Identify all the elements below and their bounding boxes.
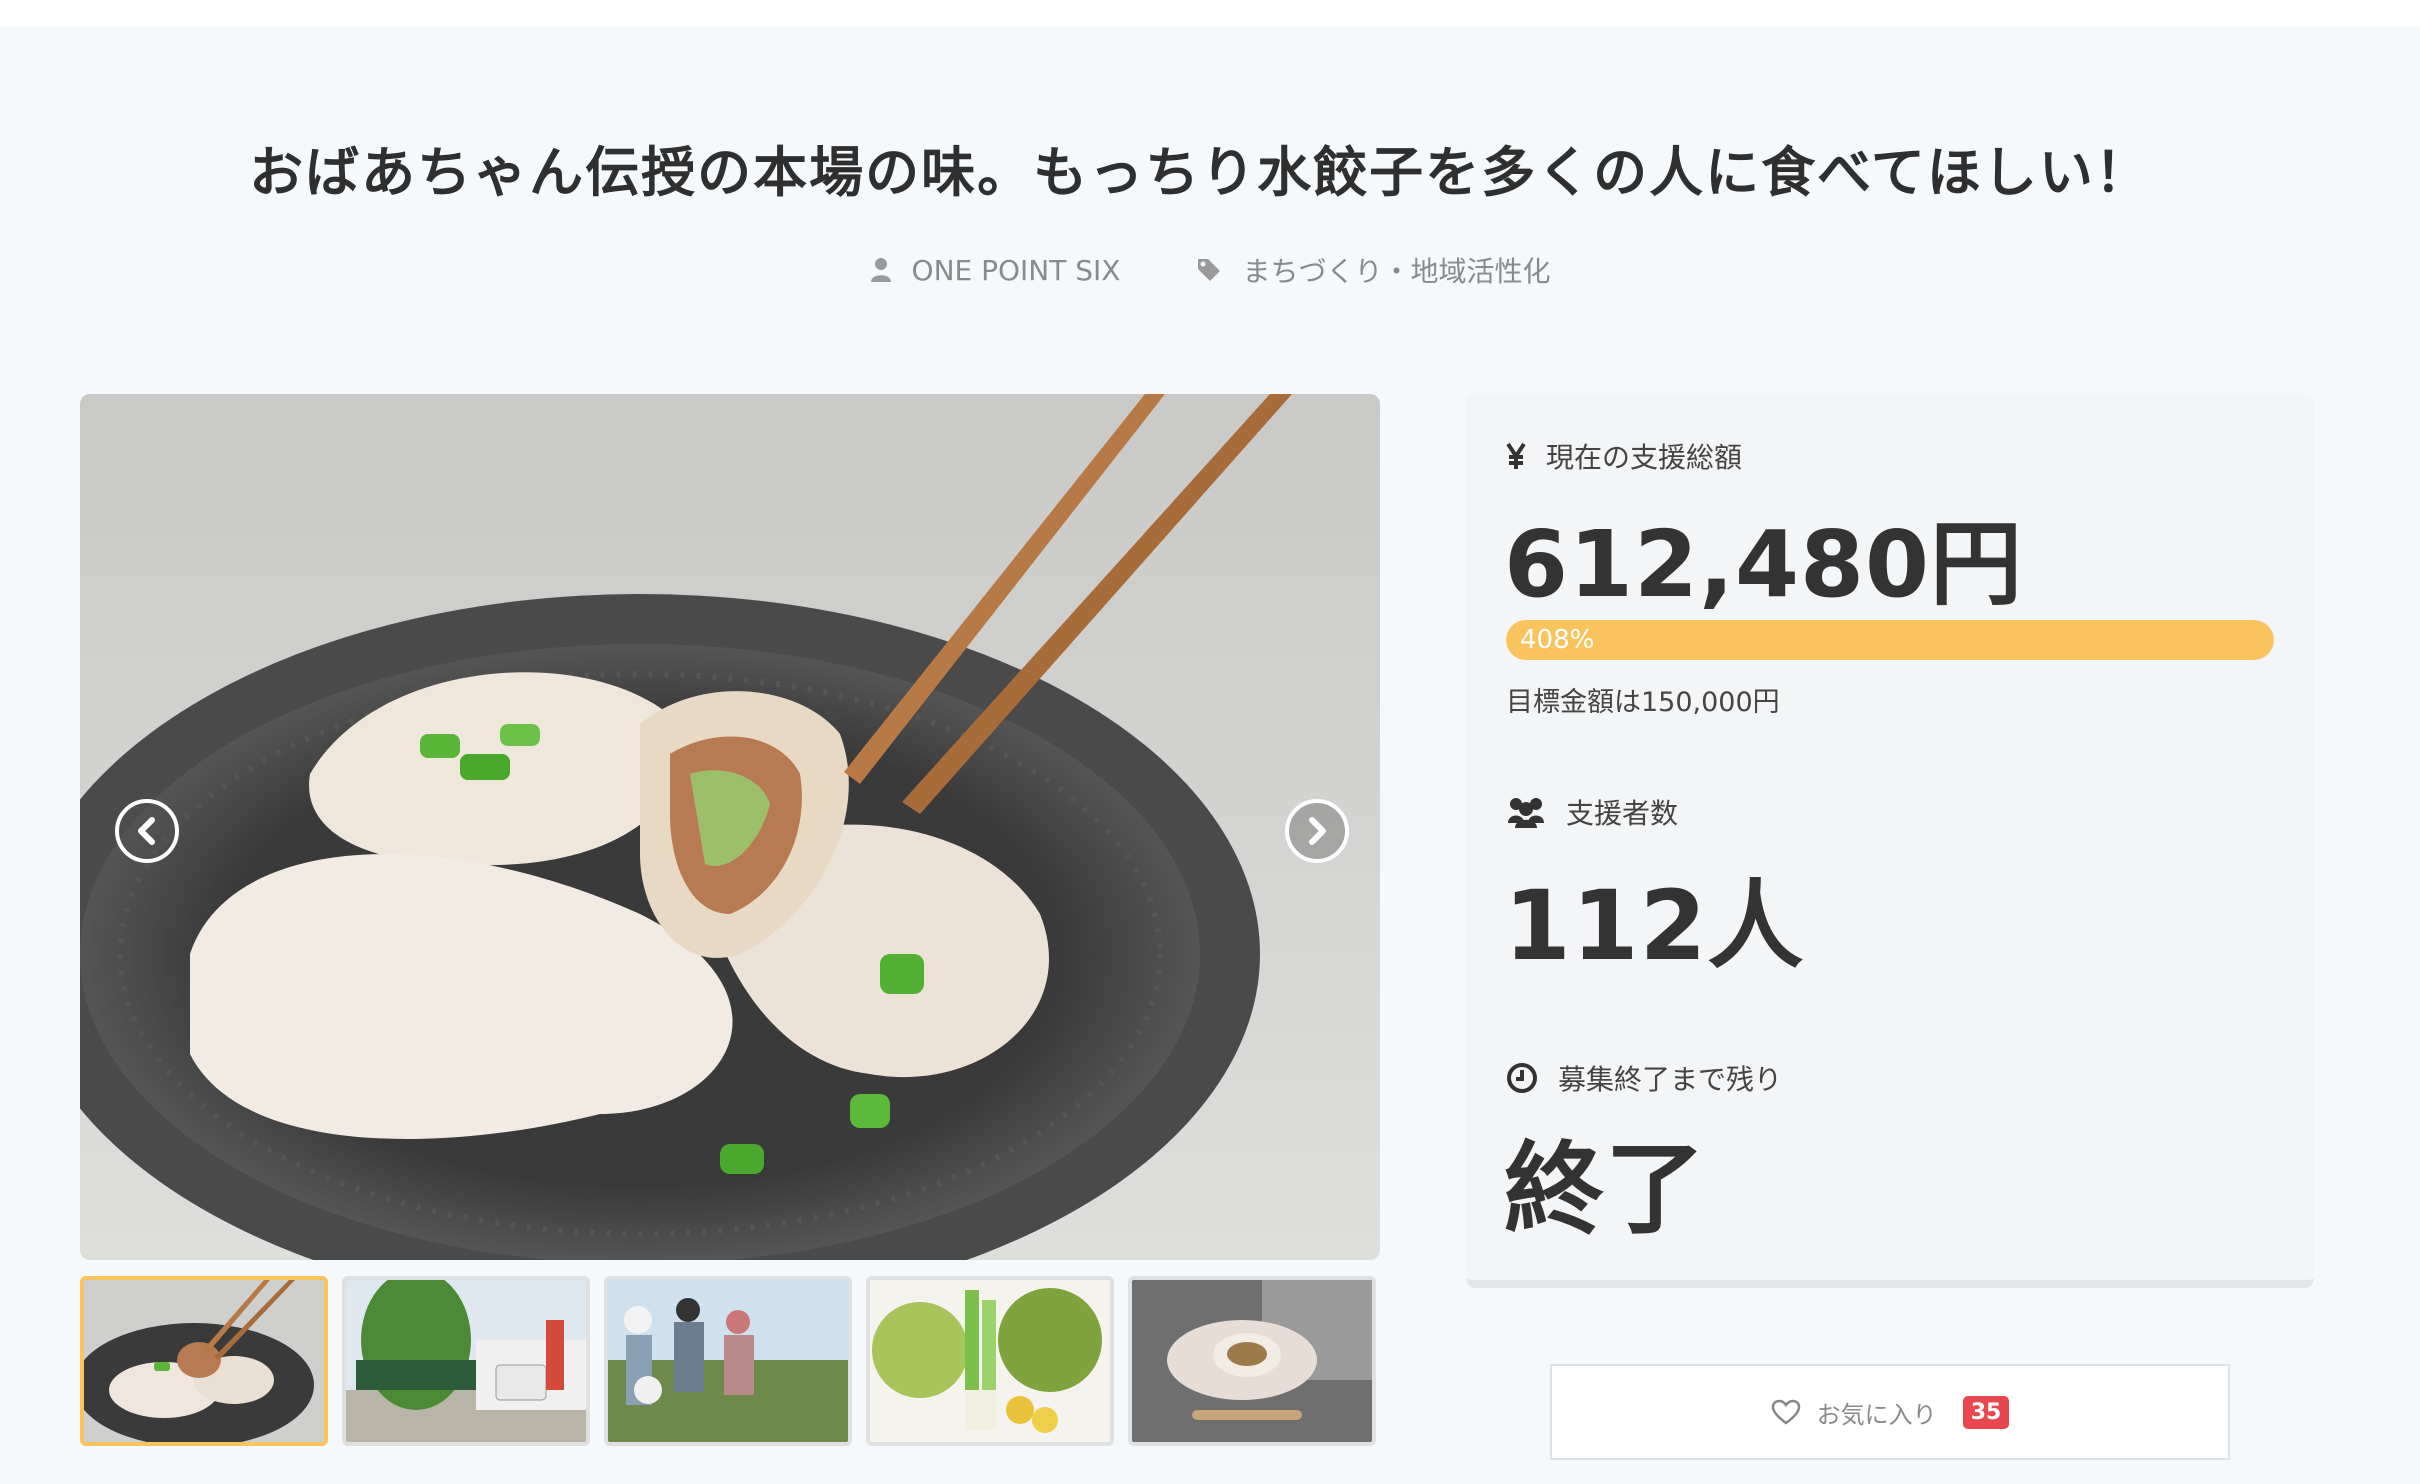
thumbnail-4[interactable] [866,1276,1114,1446]
remaining-value: 終了 [1504,1131,1706,1248]
funding-stats-card: 現在の支援総額 612,480円 408% 目標金額は150,000円 支援者数… [1466,394,2314,1288]
remaining-label: 募集終了まで残り [1506,1058,1782,1098]
thumbnail-dumplings-image [84,1280,324,1442]
favorite-button[interactable]: お気に入り 35 [1550,1364,2230,1460]
progress-percent: 408% [1520,625,1595,655]
owner-name: ONE POINT SIX [911,253,1121,287]
main-image [80,394,1380,1260]
progress-bar: 408% [1506,620,2274,660]
thumbnail-3[interactable] [604,1276,852,1446]
yen-icon [1506,442,1526,469]
users-icon [1508,798,1544,828]
thumbnail-farm-sign-image [346,1280,586,1442]
project-title: おばあちゃん伝授の本場の味。もっちり水餃子を多くの人に食べてほしい！ [249,141,2151,204]
chevron-left-icon [138,817,155,845]
next-image-button[interactable] [1285,799,1349,863]
thumbnail-5[interactable] [1128,1276,1376,1446]
thumbnail-vegetables-image [870,1280,1110,1442]
favorite-label: お気に入り [1816,1400,1937,1429]
total-amount-value: 612,480円 [1504,511,2024,618]
thumbnail-strip [80,1276,1380,1446]
heart-icon [1771,1399,1800,1425]
owner-link[interactable]: ONE POINT SIX [870,250,1121,290]
user-icon [870,258,891,282]
category-link[interactable]: まちづくり・地域活性化 [1196,250,1550,290]
goal-amount: 目標金額は150,000円 [1506,687,1780,718]
total-amount-label-text: 現在の支援総額 [1546,441,1743,474]
top-bar [0,0,2420,26]
clock-icon [1507,1063,1537,1093]
favorite-count-badge: 35 [1962,1395,2010,1429]
project-meta: ONE POINT SIX まちづくり・地域活性化 [0,250,2420,290]
backers-label-text: 支援者数 [1566,797,1679,830]
backers-value: 112人 [1504,870,1805,982]
chevron-right-icon [1309,817,1326,845]
thumbnail-dumpling-making-image [1132,1280,1372,1442]
backers-label: 支援者数 [1506,792,1678,832]
prev-image-button[interactable] [115,799,179,863]
category-name: まちづくり・地域活性化 [1242,255,1551,288]
thumbnail-1[interactable] [80,1276,328,1446]
total-amount-label: 現在の支援総額 [1506,436,1742,476]
remaining-label-text: 募集終了まで残り [1558,1063,1783,1096]
thumbnail-2[interactable] [342,1276,590,1446]
dumpling-photo [80,394,1380,1260]
progress-fill: 408% [1506,620,2274,660]
tag-icon [1198,259,1221,281]
thumbnail-field-workers-image [608,1280,848,1442]
